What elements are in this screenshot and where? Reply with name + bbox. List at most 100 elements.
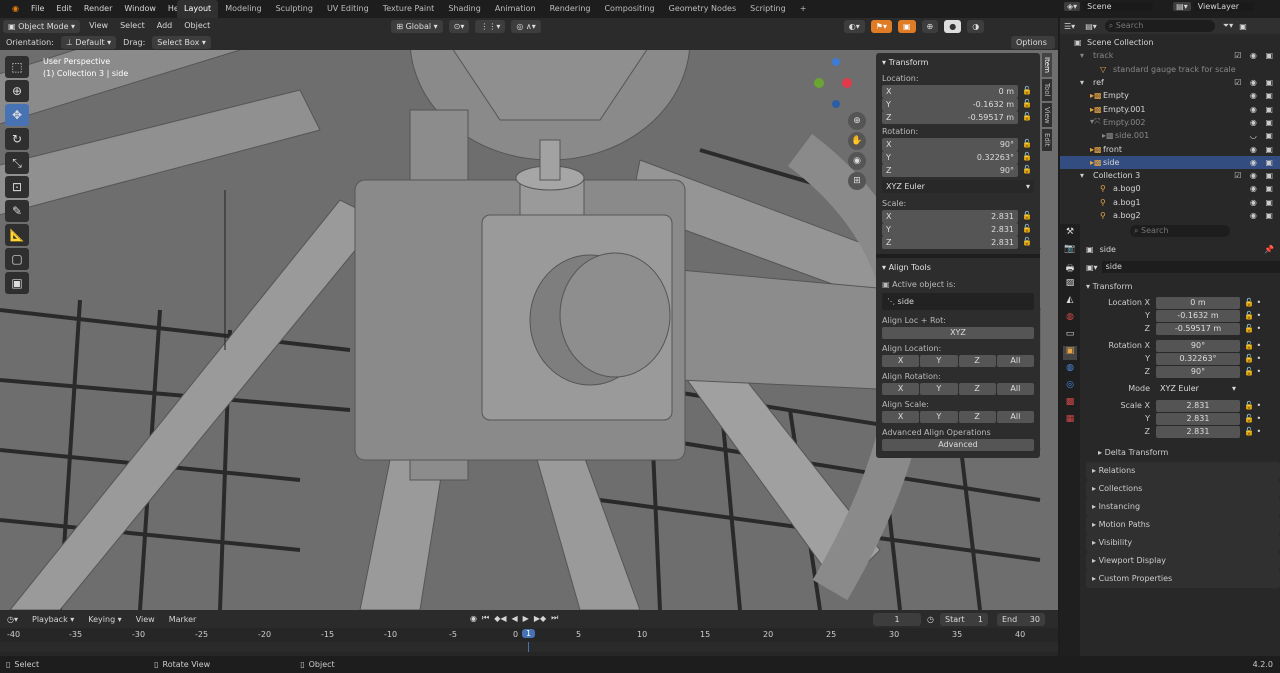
visibility-icons[interactable]: ☑ ◉ ▣ — [1234, 171, 1276, 180]
neg-z-axis-icon[interactable] — [832, 100, 840, 108]
outliner-filter-mode-icon[interactable]: ▤▾ — [1085, 22, 1097, 31]
outliner-search-input[interactable]: ⌕ Search — [1104, 20, 1215, 32]
menu-window[interactable]: Window — [118, 0, 162, 18]
pan-hand-icon[interactable]: ✋ — [848, 132, 866, 150]
lock-icon[interactable]: 🔓 — [1022, 152, 1032, 161]
transform-section-header[interactable]: ▾ Transform — [1082, 278, 1280, 296]
visibility-section[interactable]: ▸ Visibility — [1086, 534, 1280, 552]
pin-icon[interactable]: 📌 — [1264, 245, 1274, 254]
location-z-field[interactable]: Z -0.59517 m — [882, 111, 1018, 124]
constraint-icon[interactable]: ▩ — [1063, 397, 1077, 411]
gizmo-toggle-icon[interactable]: ◐▾ — [843, 19, 865, 33]
record-icon[interactable]: ◉ — [470, 614, 477, 623]
lock-icon[interactable]: 🔓 — [1022, 139, 1032, 148]
visibility-icons[interactable]: ◉ ▣ — [1250, 211, 1276, 220]
measure-icon[interactable]: 📐 — [5, 224, 29, 246]
align-rotation-z-button[interactable]: Z — [958, 383, 996, 395]
y-axis-icon[interactable] — [814, 78, 824, 88]
scene-icon[interactable]: ◭ — [1063, 295, 1077, 309]
viewport-menu-select[interactable]: Select — [114, 18, 151, 34]
camera-icon[interactable]: ◉ — [848, 152, 866, 170]
tab-animation[interactable]: Animation — [488, 0, 543, 18]
visibility-icons[interactable]: ◉ ▣ — [1250, 198, 1276, 207]
rotation-mode-dropdown[interactable]: XYZ Euler ▾ — [882, 180, 1034, 193]
timeline-menu-view[interactable]: View — [129, 615, 162, 624]
lock-icon[interactable]: 🔓 • — [1244, 324, 1261, 333]
output-icon[interactable]: 🖶 — [1063, 261, 1077, 275]
blender-logo-icon[interactable]: ◉ — [6, 0, 25, 18]
lock-icon[interactable]: 🔓 • — [1244, 401, 1261, 410]
play-icon[interactable]: ▶ — [523, 614, 529, 623]
prev-keyframe-icon[interactable]: ◆◀ — [494, 614, 506, 623]
tool-icon[interactable]: ⚒ — [1063, 227, 1077, 241]
align-rotation-x-button[interactable]: X — [882, 383, 920, 395]
visibility-icons[interactable]: ◡ ▣ — [1250, 131, 1276, 140]
lock-icon[interactable]: 🔓 — [1022, 237, 1032, 246]
snap-icon[interactable]: ⋮⋮▾ — [475, 19, 506, 33]
lock-icon[interactable]: 🔓 • — [1244, 298, 1261, 307]
location-y-input[interactable]: -0.1632 m — [1156, 309, 1240, 322]
solid-shading-icon[interactable]: ● — [944, 19, 962, 33]
visibility-icons[interactable]: ◉ ▣ — [1250, 145, 1276, 154]
lock-icon[interactable]: 🔓 — [1022, 99, 1032, 108]
physics-icon[interactable]: ◎ — [1063, 380, 1077, 394]
end-frame-field[interactable]: End 30 — [996, 613, 1045, 626]
menu-render[interactable]: Render — [78, 0, 118, 18]
tab-modeling[interactable]: Modeling — [218, 0, 268, 18]
outliner-editor-icon[interactable]: ☰▾ — [1064, 22, 1075, 31]
view-layer-icon[interactable]: ▨ — [1063, 278, 1077, 292]
stopwatch-icon[interactable]: ◷ — [927, 615, 934, 624]
visibility-icons[interactable]: ◉ ▣ — [1250, 118, 1276, 127]
scene-name[interactable]: Scene — [1083, 2, 1154, 11]
lock-icon[interactable]: 🔓 • — [1244, 414, 1261, 423]
tab-uv-editing[interactable]: UV Editing — [320, 0, 376, 18]
grid-icon[interactable]: ⊞ — [848, 172, 866, 190]
scale-x-field[interactable]: X 2.831 — [882, 210, 1018, 223]
outliner-item-track[interactable]: ▾ track ☑ ◉ ▣ — [1060, 49, 1280, 62]
jump-end-icon[interactable]: ⏭ — [551, 613, 558, 623]
new-collection-icon[interactable]: ▣ — [1239, 22, 1247, 31]
timeline-track[interactable] — [0, 642, 1058, 652]
outliner-item-collection-3[interactable]: ▾ Collection 3 ☑ ◉ ▣ — [1060, 169, 1280, 182]
location-x-field[interactable]: X 0 m — [882, 85, 1018, 98]
move-icon[interactable]: ✥ — [5, 104, 29, 126]
scene-icon[interactable]: ◈▾ — [1064, 2, 1081, 11]
outliner-item-front[interactable]: ▸▩ front ◉ ▣ — [1060, 142, 1280, 155]
lock-icon[interactable]: 🔓 — [1022, 224, 1032, 233]
drag-dropdown[interactable]: Select Box ▾ — [152, 35, 211, 49]
collections-section[interactable]: ▸ Collections — [1086, 480, 1280, 498]
rotation-z-input[interactable]: 90° — [1156, 365, 1240, 378]
outliner-item-empty[interactable]: ▸▩ Empty ◉ ▣ — [1060, 89, 1280, 102]
modifier-icon[interactable]: ◍ — [1063, 363, 1077, 377]
frame-ruler[interactable]: -40 -35 -30 -25 -20 -15 -10 -5 0 1 5 10 … — [0, 628, 1058, 642]
outliner-item-track-object[interactable]: ▽ standard gauge track for scale — [1060, 63, 1280, 76]
filter-icon[interactable]: ⏷▾ — [1223, 21, 1233, 31]
zoom-icon[interactable]: ⊕ — [848, 112, 866, 130]
lock-icon[interactable]: 🔓 • — [1244, 427, 1261, 436]
outliner-item-a-bog0[interactable]: ⚲ a.bog0 ◉ ▣ — [1060, 182, 1280, 195]
rotation-y-input[interactable]: 0.32263° — [1156, 352, 1240, 365]
object-icon[interactable]: ▣ — [1063, 346, 1077, 360]
outliner-item-side-001[interactable]: ▸▩ side.001 ◡ ▣ — [1060, 129, 1280, 142]
align-rotation-y-button[interactable]: Y — [920, 383, 958, 395]
menu-file[interactable]: File — [25, 0, 50, 18]
play-reverse-icon[interactable]: ◀ — [512, 614, 518, 623]
scale-y-input[interactable]: 2.831 — [1156, 412, 1240, 425]
add-cube-icon[interactable]: ▢ — [5, 248, 29, 270]
viewport-display-section[interactable]: ▸ Viewport Display — [1086, 552, 1280, 570]
lock-icon[interactable]: 🔓 — [1022, 165, 1032, 174]
relations-section[interactable]: ▸ Relations — [1086, 462, 1280, 480]
outliner-item-empty-001[interactable]: ▸▩ Empty.001 ◉ ▣ — [1060, 102, 1280, 115]
location-y-field[interactable]: Y -0.1632 m — [882, 98, 1018, 111]
wireframe-shading-icon[interactable]: ⊕ — [921, 19, 939, 33]
world-icon[interactable]: ◍ — [1063, 312, 1077, 326]
align-loc-rot-xyz-button[interactable]: XYZ — [882, 327, 1034, 339]
motion-paths-section[interactable]: ▸ Motion Paths — [1086, 516, 1280, 534]
lock-icon[interactable]: 🔓 • — [1244, 367, 1261, 376]
align-scale-y-button[interactable]: Y — [920, 411, 958, 423]
lock-icon[interactable]: 🔓 — [1022, 112, 1032, 121]
proportional-edit-icon[interactable]: ◎ ∧▾ — [511, 19, 541, 33]
orientation-dropdown[interactable]: ⊥ Default ▾ — [60, 35, 117, 49]
custom-properties-section[interactable]: ▸ Custom Properties — [1086, 570, 1280, 588]
visibility-icons[interactable]: ◉ ▣ — [1250, 158, 1276, 167]
